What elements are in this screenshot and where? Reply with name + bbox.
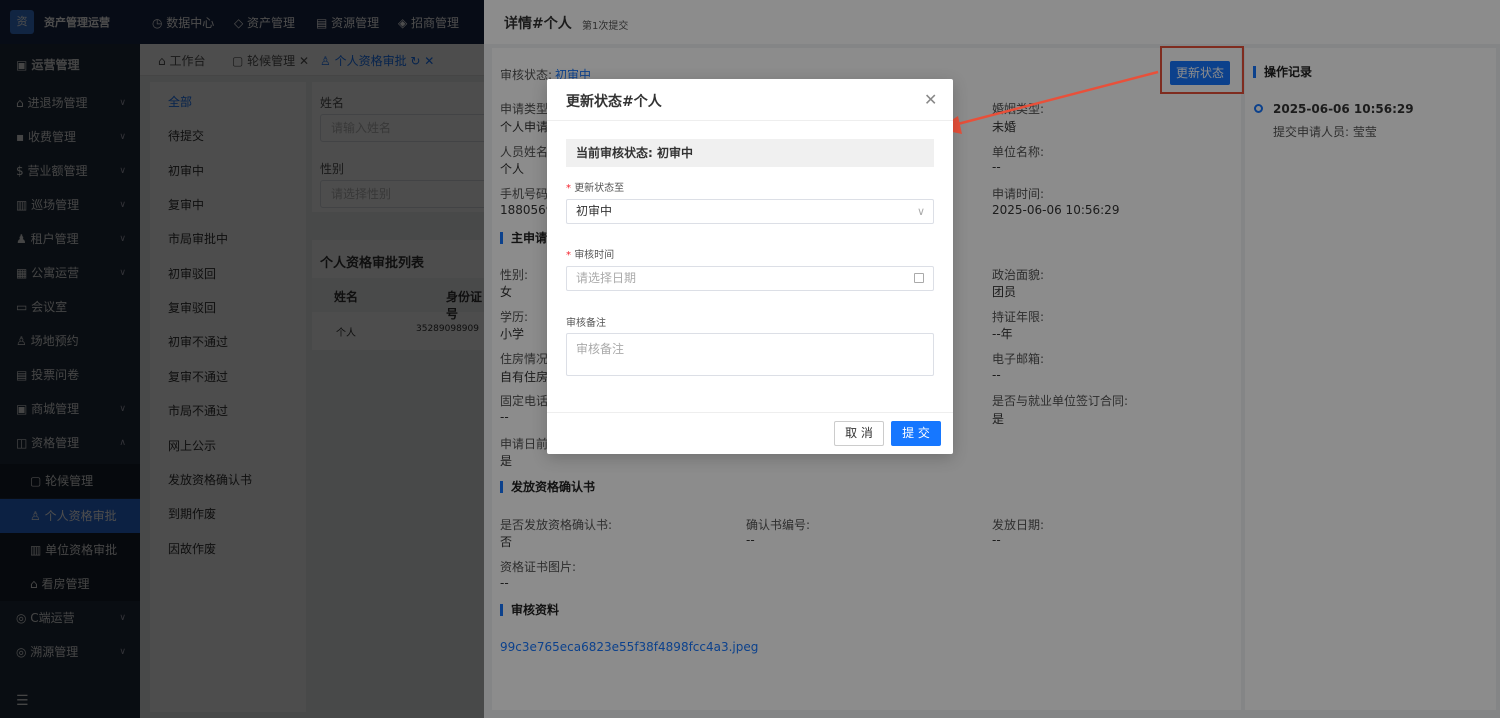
modal-title: 更新状态#个人	[566, 94, 662, 110]
calendar-icon	[914, 273, 924, 283]
chevron-down-icon: ∨	[916, 205, 925, 218]
update-status-modal: 更新状态#个人 ✕ 当前审核状态: 初审中 * 更新状态至 初审中 ∨ * 审核…	[547, 79, 953, 454]
current-status-banner: 当前审核状态: 初审中	[566, 139, 934, 167]
cancel-button[interactable]: 取 消	[834, 421, 884, 446]
submit-button[interactable]: 提 交	[891, 421, 941, 446]
date-placeholder: 请选择日期	[576, 271, 637, 285]
note-textarea[interactable]: 审核备注	[566, 333, 934, 376]
update-to-label: * 更新状态至	[566, 183, 625, 194]
review-time-picker[interactable]: 请选择日期	[566, 266, 934, 291]
note-label: 审核备注	[566, 318, 606, 329]
select-value: 初审中	[576, 204, 613, 218]
close-icon[interactable]: ✕	[924, 90, 937, 109]
update-to-select[interactable]: 初审中 ∨	[566, 199, 934, 224]
review-time-label: * 审核时间	[566, 250, 615, 261]
